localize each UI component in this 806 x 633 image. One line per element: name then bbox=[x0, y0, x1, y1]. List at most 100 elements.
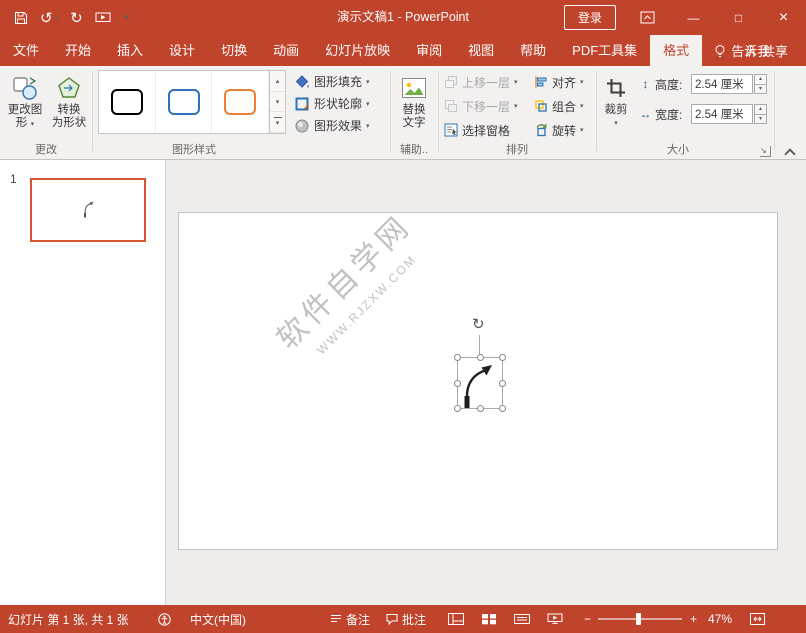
tab-format[interactable]: 格式 bbox=[650, 35, 702, 66]
group-separator bbox=[92, 71, 93, 151]
alt-text-label-1: 替换 bbox=[403, 104, 426, 117]
tab-home[interactable]: 开始 bbox=[52, 35, 104, 66]
style-preset-2[interactable] bbox=[156, 71, 213, 133]
rotate-dropdown-icon: ▾ bbox=[580, 126, 584, 134]
rotate-icon bbox=[534, 123, 548, 137]
change-shape-button[interactable]: 更改图 形 ▾ bbox=[4, 69, 46, 143]
slideshow-view-icon bbox=[547, 613, 563, 625]
group-change: 更改图 形 ▾ 转换 为形状 更改 bbox=[2, 66, 90, 159]
tab-file[interactable]: 文件 bbox=[0, 35, 52, 66]
maximize-button[interactable]: □ bbox=[716, 0, 761, 35]
rotate-button[interactable]: 旋转 ▾ bbox=[532, 119, 586, 141]
shape-fill-button[interactable]: 图形填充 ▾ bbox=[294, 71, 370, 92]
notes-label: 备注 bbox=[346, 611, 370, 628]
lightbulb-icon bbox=[714, 44, 726, 58]
tab-help[interactable]: 帮助 bbox=[507, 35, 559, 66]
shape-effects-button[interactable]: 图形效果 ▾ bbox=[294, 115, 370, 136]
accessibility-icon bbox=[158, 613, 171, 626]
close-button[interactable]: × bbox=[761, 0, 806, 35]
alt-text-button[interactable]: 替换 文字 bbox=[393, 69, 435, 143]
zoom-slider-track[interactable] bbox=[598, 618, 682, 620]
slideshow-view-button[interactable] bbox=[547, 605, 563, 633]
gallery-down-button[interactable]: ▾ bbox=[270, 92, 285, 113]
shape-outline-button[interactable]: 形状轮廓 ▾ bbox=[294, 93, 370, 114]
reading-view-button[interactable] bbox=[514, 605, 530, 633]
width-input[interactable] bbox=[691, 104, 753, 124]
style-preset-1[interactable] bbox=[99, 71, 156, 133]
width-step-down-button[interactable]: ▾ bbox=[754, 115, 767, 125]
width-label: 宽度: bbox=[655, 106, 691, 123]
slide-sorter-button[interactable] bbox=[481, 605, 497, 633]
group-objects-icon bbox=[534, 99, 548, 113]
gallery-up-button[interactable]: ▴ bbox=[270, 71, 285, 92]
slide-thumbnail[interactable] bbox=[30, 178, 146, 242]
login-button[interactable]: 登录 bbox=[564, 5, 616, 30]
accessibility-checker-button[interactable] bbox=[158, 605, 171, 633]
zoom-in-button[interactable]: + bbox=[690, 605, 697, 633]
ribbon-display-options-button[interactable] bbox=[640, 11, 655, 24]
zoom-out-button[interactable]: − bbox=[584, 605, 591, 633]
normal-view-button[interactable] bbox=[448, 605, 464, 633]
tab-slideshow[interactable]: 幻灯片放映 bbox=[312, 35, 403, 66]
resize-handle-se[interactable] bbox=[499, 405, 506, 412]
height-step-up-button[interactable]: ▴ bbox=[754, 74, 767, 85]
tab-review[interactable]: 审阅 bbox=[403, 35, 455, 66]
resize-handle-n[interactable] bbox=[477, 354, 484, 361]
comments-label: 批注 bbox=[402, 611, 426, 628]
tab-design[interactable]: 设计 bbox=[156, 35, 208, 66]
group-shape-styles: ▴ ▾ ▾ 图形填充 ▾ 形状轮廓 ▾ 图形效果 ▾ 图形样式 bbox=[94, 66, 390, 159]
notes-button[interactable]: 备注 bbox=[330, 605, 370, 633]
group-size: 裁剪 ▾ ↕ 高度: ▴ ▾ ↔ 宽度: ▴ ▾ bbox=[598, 66, 772, 159]
tab-insert[interactable]: 插入 bbox=[104, 35, 156, 66]
tab-pdf-tools[interactable]: PDF工具集 bbox=[559, 35, 650, 66]
comments-button[interactable]: 批注 bbox=[386, 605, 426, 633]
minimize-button[interactable]: — bbox=[671, 0, 716, 35]
zoom-level[interactable]: 47% bbox=[708, 605, 732, 633]
resize-handle-nw[interactable] bbox=[454, 354, 461, 361]
height-step-down-button[interactable]: ▾ bbox=[754, 85, 767, 95]
align-label: 对齐 bbox=[552, 74, 576, 91]
size-dialog-launcher[interactable]: ↘ bbox=[760, 146, 771, 157]
shape-effects-label: 图形效果 bbox=[314, 117, 362, 134]
selection-pane-button[interactable]: 选择窗格 bbox=[442, 119, 512, 141]
shape-outline-label: 形状轮廓 bbox=[314, 95, 362, 112]
crop-button[interactable]: 裁剪 ▾ bbox=[598, 69, 634, 143]
size-group-label: 大小 bbox=[598, 141, 758, 157]
shape-fill-dropdown-icon: ▾ bbox=[366, 78, 370, 86]
group-button[interactable]: 组合 ▾ bbox=[532, 95, 586, 117]
share-button[interactable]: 共享 bbox=[736, 35, 796, 66]
comment-icon bbox=[386, 613, 398, 625]
resize-handle-sw[interactable] bbox=[454, 405, 461, 412]
rotation-handle[interactable]: ↻ bbox=[472, 315, 485, 333]
bring-forward-button[interactable]: 上移一层 ▾ bbox=[442, 71, 520, 93]
watermark: 软件自学网 WWW.RJZXW.COM bbox=[242, 180, 457, 395]
style-preset-3[interactable] bbox=[212, 71, 269, 133]
resize-handle-ne[interactable] bbox=[499, 354, 506, 361]
reading-view-icon bbox=[514, 613, 530, 625]
convert-to-shape-button[interactable]: 转换 为形状 bbox=[48, 69, 90, 143]
zoom-slider[interactable] bbox=[598, 605, 682, 633]
zoom-slider-thumb[interactable] bbox=[636, 613, 641, 625]
style-preset-shape bbox=[224, 89, 256, 115]
language-status[interactable]: 中文(中国) bbox=[190, 605, 246, 633]
resize-handle-w[interactable] bbox=[454, 380, 461, 387]
send-backward-button[interactable]: 下移一层 ▾ bbox=[442, 95, 520, 117]
tab-view[interactable]: 视图 bbox=[455, 35, 507, 66]
resize-handle-s[interactable] bbox=[477, 405, 484, 412]
style-preset-shape bbox=[111, 89, 143, 115]
collapse-ribbon-button[interactable] bbox=[784, 148, 795, 159]
width-step-up-button[interactable]: ▴ bbox=[754, 104, 767, 115]
convert-label-2: 为形状 bbox=[52, 117, 87, 130]
height-input[interactable] bbox=[691, 74, 753, 94]
title-bar: ↺▾ ↻ ▾ 演示文稿1 - PowerPoint 登录 — □ × bbox=[0, 0, 806, 35]
tab-animations[interactable]: 动画 bbox=[260, 35, 312, 66]
bring-forward-label: 上移一层 bbox=[462, 74, 510, 91]
fit-to-window-button[interactable] bbox=[750, 605, 765, 633]
tab-transitions[interactable]: 切换 bbox=[208, 35, 260, 66]
person-icon bbox=[744, 44, 757, 57]
group-separator bbox=[774, 71, 775, 151]
gallery-more-button[interactable]: ▾ bbox=[270, 112, 285, 133]
slide-canvas[interactable]: 软件自学网 WWW.RJZXW.COM ↻ bbox=[178, 212, 778, 550]
resize-handle-e[interactable] bbox=[499, 380, 506, 387]
align-button[interactable]: 对齐 ▾ bbox=[532, 71, 586, 93]
